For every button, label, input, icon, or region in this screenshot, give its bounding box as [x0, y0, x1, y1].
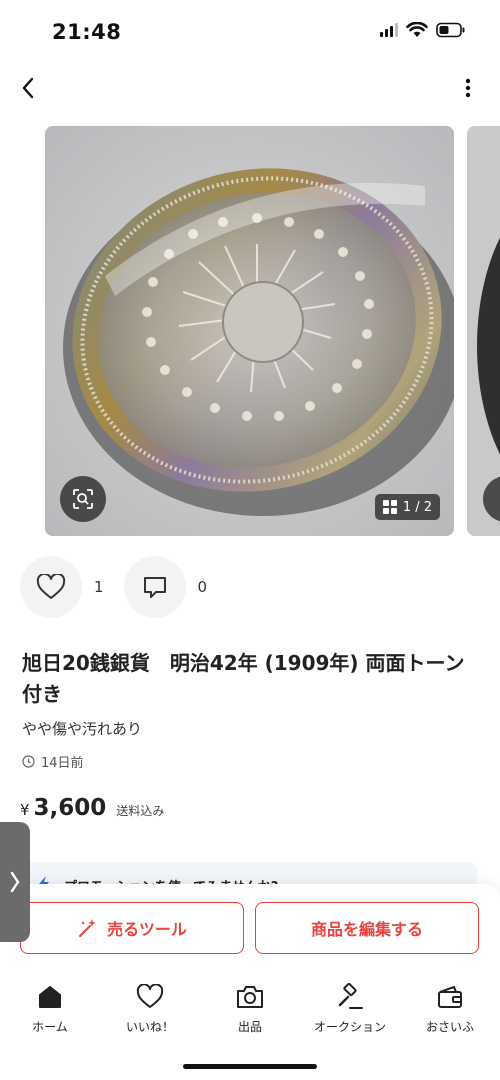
edit-item-label: 商品を編集する — [310, 920, 423, 939]
item-condition: やや傷や汚れあり — [22, 720, 143, 738]
side-drawer-tab[interactable] — [0, 822, 30, 942]
chevron-right-icon — [10, 871, 20, 893]
coin-photo — [45, 126, 454, 536]
item-photo[interactable]: 1 / 2 — [45, 126, 454, 536]
price-amount: 3,600 — [33, 795, 107, 821]
battery-icon — [436, 22, 465, 38]
price-currency: ¥ — [20, 801, 30, 819]
tab-likes[interactable]: いいね！ — [100, 974, 200, 1044]
tab-sell[interactable]: 出品 — [200, 974, 300, 1044]
clock-icon — [22, 755, 35, 768]
more-vertical-icon — [465, 78, 471, 98]
back-button[interactable] — [12, 72, 44, 104]
heart-icon — [135, 982, 165, 1012]
more-options-button[interactable] — [456, 72, 480, 104]
wallet-icon — [435, 982, 465, 1012]
home-indicator — [183, 1064, 317, 1069]
sparkle-wand-icon — [79, 919, 97, 937]
heart-icon — [36, 574, 66, 599]
wifi-icon — [406, 22, 428, 37]
price: ¥ 3,600 送料込み — [20, 795, 164, 821]
camera-icon — [235, 982, 265, 1012]
status-bar: 21:48 — [0, 0, 500, 66]
edit-item-button[interactable]: 商品を編集する — [255, 902, 479, 954]
next-photo[interactable] — [467, 126, 500, 536]
sell-tools-label: 売るツール — [107, 920, 187, 939]
image-search-icon — [73, 489, 93, 509]
shipping-note: 送料込み — [116, 804, 165, 818]
comment-icon — [143, 577, 166, 598]
tab-auction-label: オークション — [313, 1020, 386, 1034]
tab-home[interactable]: ホーム — [0, 974, 100, 1044]
tab-wallet[interactable]: おさいふ — [400, 974, 500, 1044]
photo-gallery[interactable]: 1 / 2 — [0, 126, 500, 538]
status-icons — [380, 22, 466, 38]
listed-time-text: 14日前 — [41, 756, 84, 771]
tab-auction[interactable]: オークション — [300, 974, 400, 1044]
top-nav — [0, 66, 500, 112]
tab-wallet-label: おさいふ — [425, 1020, 474, 1034]
like-button[interactable] — [20, 556, 82, 618]
comment-button[interactable] — [123, 556, 186, 618]
chevron-left-icon — [22, 77, 34, 99]
tab-home-label: ホーム — [32, 1020, 68, 1034]
tab-sell-label: 出品 — [237, 1020, 262, 1034]
image-search-button[interactable] — [60, 476, 106, 522]
photo-counter-text: 1 / 2 — [402, 499, 432, 515]
cellular-signal-icon — [380, 23, 398, 37]
comment-count: 0 — [197, 578, 208, 596]
photo-counter-button[interactable]: 1 / 2 — [374, 494, 440, 520]
home-icon — [35, 982, 65, 1012]
grid-icon — [382, 500, 397, 514]
gavel-icon — [335, 982, 365, 1012]
item-detail-screen: 21:48 1 / 2 1 0 旭日20銭銀貨 明治42年 (1909年) 両面… — [0, 0, 500, 1080]
tab-likes-label: いいね！ — [125, 1020, 174, 1034]
item-title: 旭日20銭銀貨 明治42年 (1909年) 両面トーン付き — [22, 651, 465, 706]
listed-time: 14日前 — [22, 752, 84, 771]
bottom-tab-bar: ホーム いいね！ 出品 オークション おさいふ — [0, 974, 500, 1044]
like-count: 1 — [94, 578, 104, 596]
status-time: 21:48 — [52, 20, 122, 44]
reaction-bar: 1 0 — [20, 556, 227, 618]
coin-photo-partial — [467, 126, 500, 536]
sell-tools-button[interactable]: 売るツール — [20, 902, 244, 954]
